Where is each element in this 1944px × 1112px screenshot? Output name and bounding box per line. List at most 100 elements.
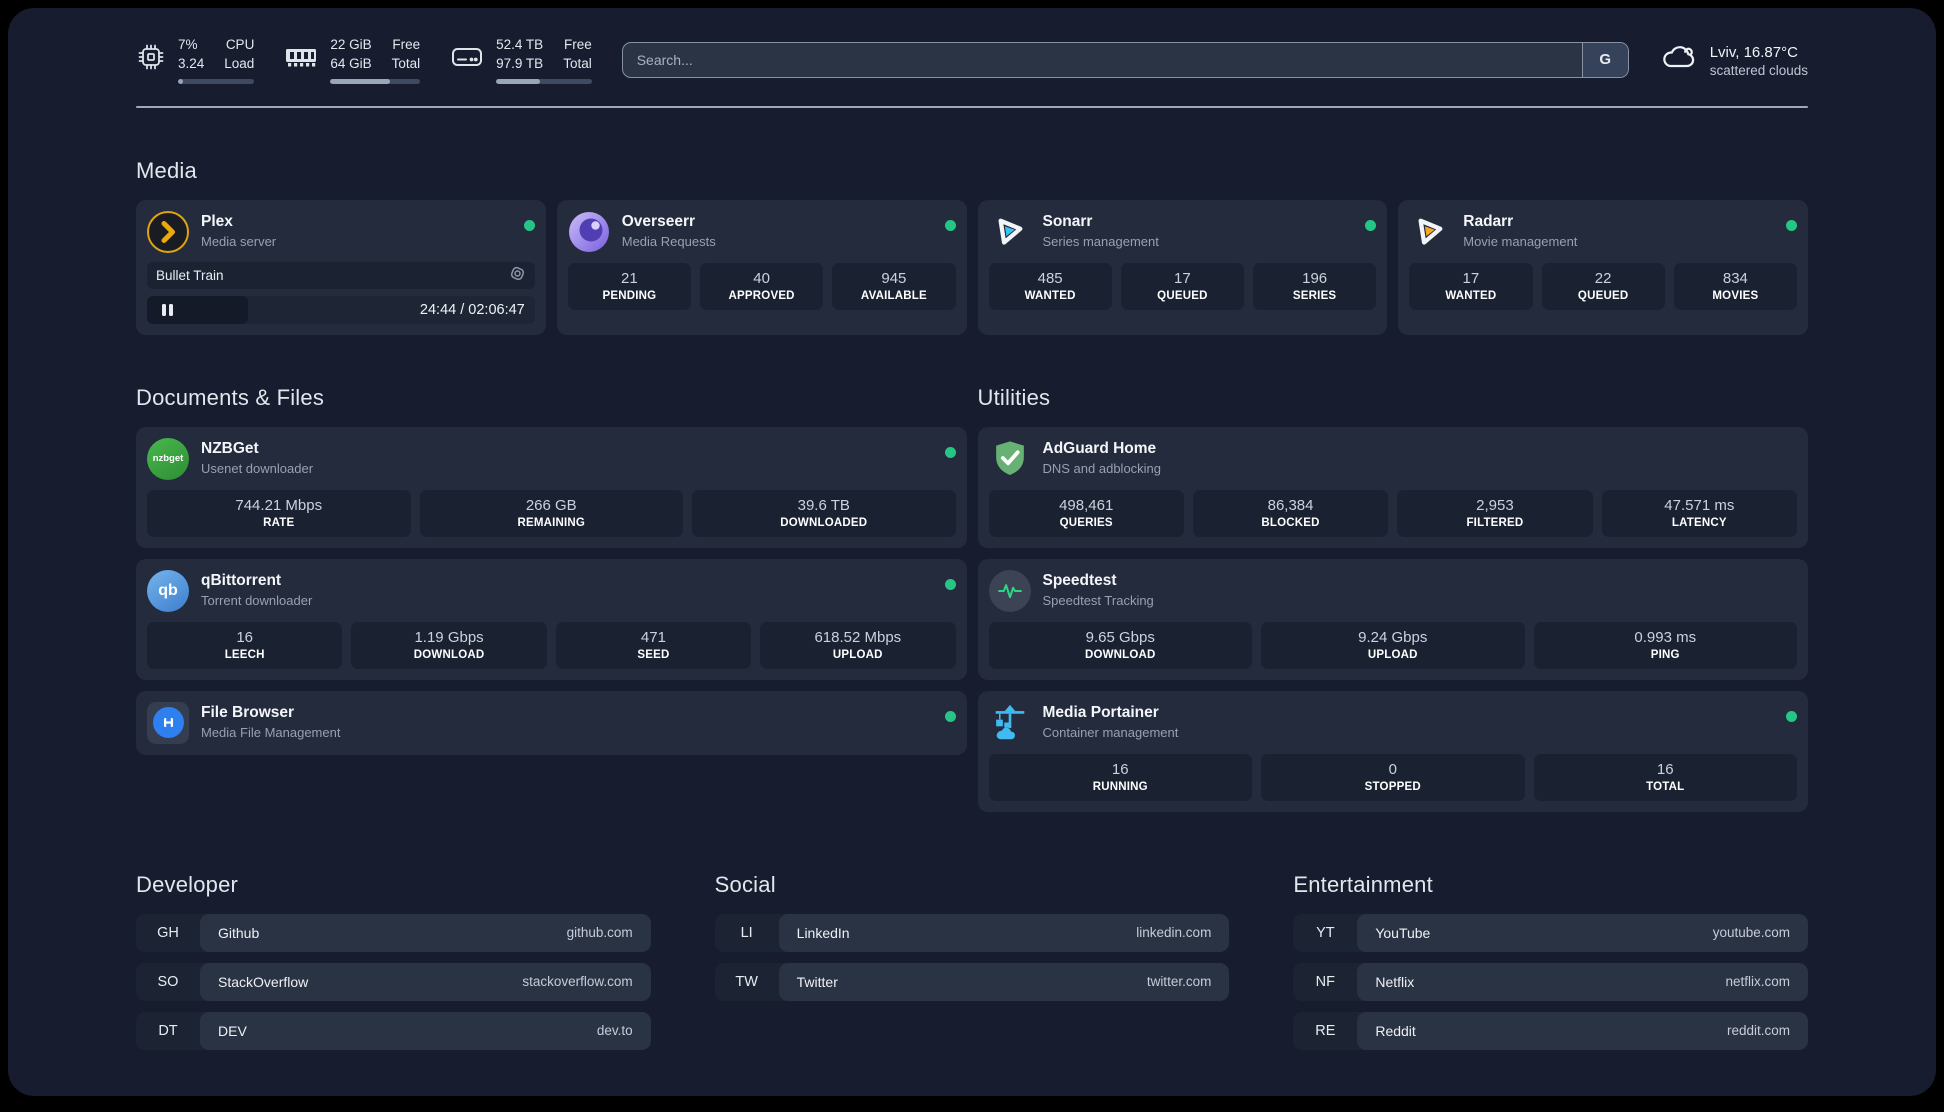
portainer-crane-icon [989,702,1031,744]
disk-free-value: 52.4 TB [496,37,544,52]
bookmark-group-developer: Developer GH Github github.com SO StackO… [136,826,651,1061]
bookmark-dev[interactable]: DT DEV dev.to [136,1011,651,1050]
stat-approved: 40 APPROVED [700,262,824,310]
bookmark-github[interactable]: GH Github github.com [136,913,651,952]
bookmark-abbr: LI [740,924,753,941]
service-card-portainer[interactable]: Media Portainer Container management 16 R… [977,690,1808,812]
bookmark-twitter[interactable]: TW Twitter twitter.com [714,962,1230,1001]
service-desc: DNS and adblocking [1042,460,1162,476]
section-title-utilities: Utilities [977,384,1051,410]
service-name: Sonarr [1042,212,1093,230]
service-desc: Media server [201,233,277,249]
cpu-chip-icon [136,42,166,77]
bookmark-abbr: NF [1315,973,1335,990]
bookmark-group-entertainment: Entertainment YT YouTube youtube.com NF … [1293,826,1808,1061]
service-card-sonarr[interactable]: Sonarr Series management 485 WANTED 17 QUE… [977,199,1388,335]
service-card-radarr[interactable]: Radarr Movie management 17 WANTED 22 QUEUE… [1398,199,1808,335]
service-desc: Speedtest Tracking [1042,592,1154,608]
disk-total-label: Total [563,55,592,71]
stat-download: 9.65 Gbps DOWNLOAD [988,621,1252,669]
service-name: Media Portainer [1042,703,1159,721]
cpu-load-value: 3.24 [178,55,205,71]
playback-progress-bar: 24:44 / 02:06:47 [147,295,535,324]
service-name: Radarr [1463,212,1514,230]
stat-ping: 0.993 ms PING [1533,621,1797,669]
service-card-filebrowser[interactable]: File Browser Media File Management [136,690,967,755]
dashboard-page: 7% 3.24 CPU Load 22 GiB 64 GiB Free Tota… [8,8,1936,1096]
bookmark-url: netflix.com [1725,974,1790,990]
bookmark-netflix[interactable]: NF Netflix netflix.com [1293,962,1808,1001]
resource-widgets: 7% 3.24 CPU Load 22 GiB 64 GiB Free Tota… [136,36,592,84]
stat-rate: 744.21 Mbps RATE [147,489,411,537]
ram-total-value: 64 GiB [330,55,372,71]
ram-free-value: 22 GiB [330,37,372,52]
bookmark-group-social: Social LI LinkedIn linkedin.com TW Twitt… [714,826,1230,1012]
cloud-icon [1659,42,1697,77]
search-engine-button[interactable]: G [1581,42,1628,77]
bookmark-url: twitter.com [1146,974,1212,990]
qbittorrent-icon: qb [147,569,189,612]
ram-total-label: Total [391,55,421,71]
service-card-nzbget[interactable]: nzbget NZBGet Usenet downloader 744.21 M… [136,426,967,548]
ram-stick-icon [284,44,318,75]
service-desc: Usenet downloader [201,460,314,476]
playback-time: 24:44 / 02:06:47 [419,301,525,318]
stat-movies: 834 MOVIES [1673,262,1797,310]
service-desc: Media File Management [201,724,341,740]
media-cards: Plex Media server Bullet Train 24:44 / 0… [136,199,1808,335]
status-dot [944,578,956,590]
ram-progress-bar [330,78,421,84]
stat-series: 196 SERIES [1253,262,1377,310]
sonarr-icon [989,211,1031,253]
status-dot [1365,219,1377,231]
weather-condition: scattered clouds [1709,62,1808,78]
bookmark-columns: Developer GH Github github.com SO StackO… [136,826,1808,1061]
bookmark-url: reddit.com [1726,1023,1790,1039]
service-card-overseerr[interactable]: Overseerr Media Requests 21 PENDING 40 APP… [556,199,967,335]
pause-button[interactable] [158,300,177,320]
header-divider [136,105,1808,108]
stat-queued: 22 QUEUED [1541,262,1665,310]
service-card-plex[interactable]: Plex Media server Bullet Train 24:44 / 0… [136,199,546,335]
service-desc: Container management [1042,724,1179,740]
service-card-adguard[interactable]: AdGuard Home DNS and adblocking 498,461 Q… [977,426,1808,548]
service-desc: Series management [1042,233,1159,249]
section-title-documents: Documents & Files [136,384,325,410]
bookmark-abbr: YT [1316,924,1335,941]
status-dot [523,219,535,231]
service-name: Plex [201,212,233,230]
service-name: File Browser [201,703,295,721]
status-dot [944,219,956,231]
filebrowser-icon [147,701,189,744]
bookmark-stackoverflow[interactable]: SO StackOverflow stackoverflow.com [136,962,651,1001]
service-desc: Media Requests [621,233,716,249]
disk-widget: 52.4 TB 97.9 TB Free Total [450,36,592,84]
bookmark-name: Github [218,924,260,941]
bookmark-linkedin[interactable]: LI LinkedIn linkedin.com [714,913,1230,952]
search-bar: G [621,41,1629,78]
service-card-speedtest[interactable]: Speedtest Speedtest Tracking 9.65 Gbps DO… [977,558,1808,680]
radarr-icon [1409,211,1451,253]
stat-stopped: 0 STOPPED [1261,753,1525,801]
stat-wanted: 485 WANTED [988,262,1112,310]
stat-pending: 21 PENDING [567,262,691,310]
search-input[interactable] [621,41,1629,78]
stat-wanted: 17 WANTED [1409,262,1533,310]
ram-widget: 22 GiB 64 GiB Free Total [284,36,421,84]
service-card-qbittorrent[interactable]: qb qBittorrent Torrent downloader 16 LEEC… [136,558,967,680]
stat-latency: 47.571 ms LATENCY [1601,489,1797,537]
cpu-load-label: Load [224,55,255,71]
stat-remaining: 266 GB REMAINING [419,489,683,537]
cpu-usage-value: 7% [178,37,198,52]
bookmark-abbr: SO [157,973,179,990]
hard-drive-icon [450,43,484,76]
bookmark-youtube[interactable]: YT YouTube youtube.com [1293,913,1808,952]
bookmark-reddit[interactable]: RE Reddit reddit.com [1293,1011,1808,1050]
stat-upload: 618.52 Mbps UPLOAD [760,621,956,669]
bookmark-url: dev.to [596,1023,633,1039]
service-name: NZBGet [201,439,259,457]
service-name: qBittorrent [201,571,282,589]
disk-total-value: 97.9 TB [496,55,544,71]
cpu-widget: 7% 3.24 CPU Load [136,36,255,84]
camera-lens-icon [509,265,526,285]
